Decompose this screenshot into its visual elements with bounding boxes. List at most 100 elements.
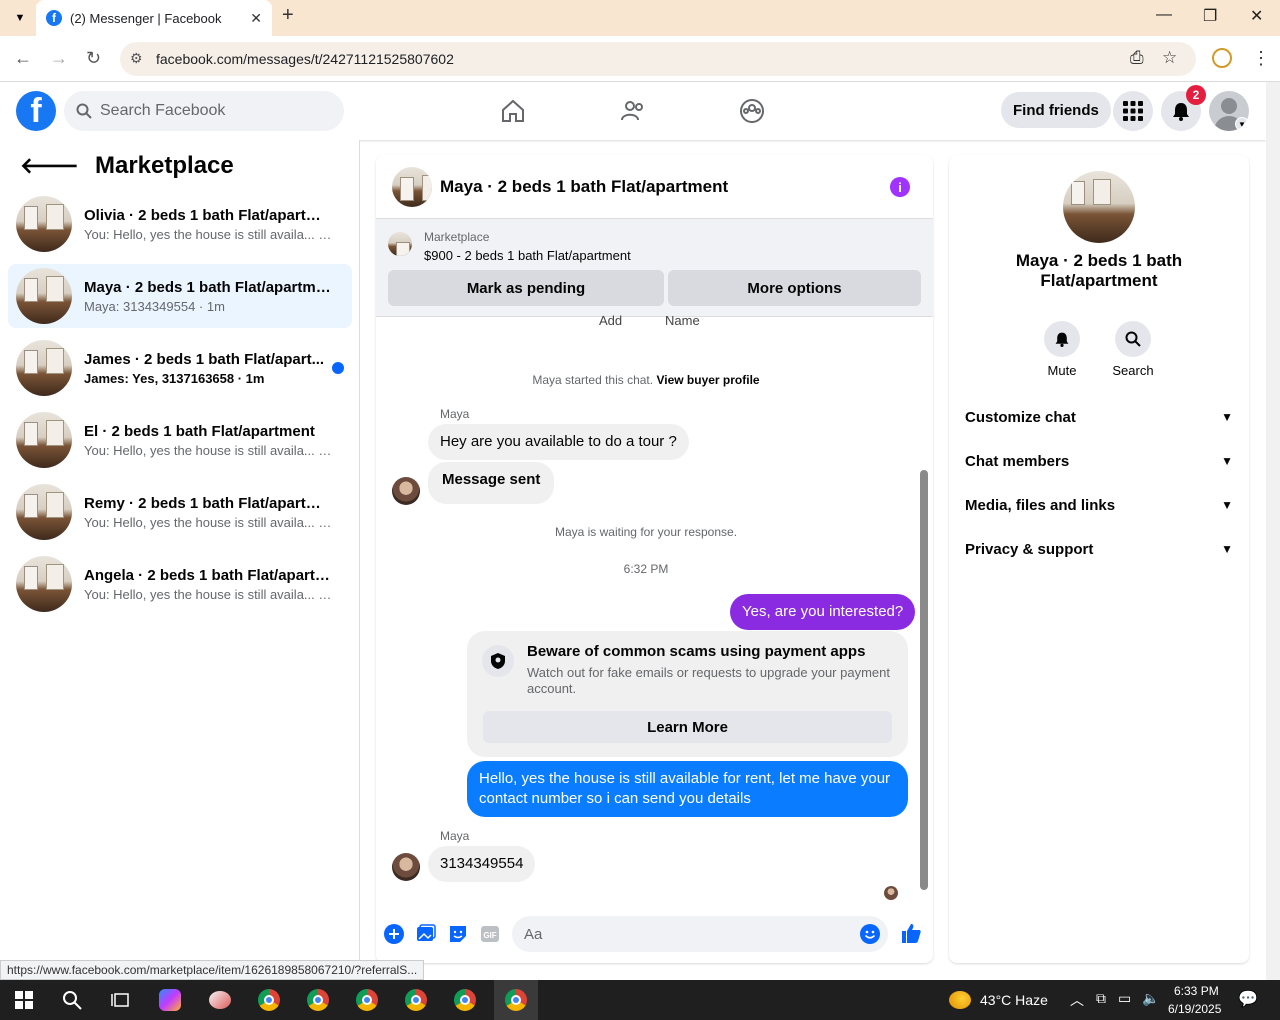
conversation-preview: You: Hello, yes the house is still avail… (84, 226, 334, 242)
new-tab-plus-icon[interactable]: + (282, 4, 294, 27)
link-status-url: https://www.facebook.com/marketplace/ite… (0, 960, 425, 980)
browser-tab[interactable]: f (2) Messenger | Facebook ✕ (36, 0, 272, 36)
conversation-item-remy[interactable]: Remy · 2 beds 1 bath Flat/apartment You: … (8, 480, 352, 544)
more-options-button[interactable]: More options (668, 270, 921, 306)
chrome-icon[interactable] (302, 984, 334, 1016)
message-input[interactable]: Aa (512, 916, 888, 952)
taskbar-search-icon[interactable] (56, 984, 88, 1016)
shield-icon (482, 645, 514, 677)
conversation-item-el[interactable]: El · 2 beds 1 bath Flat/apartment You: He… (8, 408, 352, 472)
svg-text:GIF: GIF (483, 931, 496, 940)
message-bubble-incoming[interactable]: 3134349554 (428, 846, 536, 882)
copilot-icon[interactable] (154, 984, 186, 1016)
tab-search-chevron-icon[interactable]: ▼ (8, 6, 32, 30)
network-icon[interactable]: ⧉ (1096, 990, 1106, 1007)
warning-body: Watch out for fake emails or requests to… (527, 665, 890, 696)
sender-avatar[interactable] (392, 477, 420, 505)
windows-start-icon[interactable] (8, 984, 40, 1016)
listing-thumbnail (16, 484, 72, 540)
seen-avatar (884, 886, 898, 900)
customize-chat-section[interactable]: Customize chat ▼ (965, 395, 1233, 439)
profile-avatar[interactable]: ▼ (1209, 91, 1249, 131)
wifi-icon[interactable]: ▭ (1118, 990, 1131, 1007)
back-arrow-icon[interactable]: ← (14, 48, 32, 69)
listing-thumbnail (16, 340, 72, 396)
message-sent-card[interactable]: Message sent (428, 462, 555, 504)
conversation-name: Olivia · 2 beds 1 bath Flat/apartment (84, 206, 334, 224)
page-scrollbar[interactable] (1266, 82, 1280, 980)
chrome-icon[interactable] (253, 984, 285, 1016)
window-close-icon[interactable]: ✕ (1250, 6, 1263, 26)
weather-text[interactable]: 43°C Haze (980, 992, 1048, 1008)
clock-time[interactable]: 6:33 PM (1174, 984, 1219, 998)
unread-dot (332, 362, 344, 374)
notifications-center-icon[interactable]: 💬 (1238, 989, 1258, 1009)
chrome-icon-active[interactable] (494, 980, 538, 1020)
reload-icon[interactable]: ↻ (86, 48, 101, 69)
install-app-icon[interactable]: ⎙ (1130, 48, 1144, 68)
volume-icon[interactable]: 🔈 (1142, 990, 1159, 1007)
chat-title: Maya · 2 beds 1 bath Flat/apartment (440, 176, 729, 196)
conversation-item-olivia[interactable]: Olivia · 2 beds 1 bath Flat/apartment You… (8, 192, 352, 256)
conversation-item-maya[interactable]: Maya · 2 beds 1 bath Flat/apartment Maya:… (8, 264, 352, 328)
chat-members-section[interactable]: Chat members ▼ (965, 439, 1233, 483)
search-input[interactable]: Search Facebook (64, 91, 344, 131)
privacy-support-section[interactable]: Privacy & support ▼ (965, 527, 1233, 571)
view-buyer-profile-link[interactable]: View buyer profile (656, 373, 759, 387)
conversation-name: James · 2 beds 1 bath Flat/apart... (84, 350, 325, 368)
minimize-icon[interactable]: — (1156, 6, 1172, 24)
mute-button[interactable]: Mute (1032, 321, 1092, 378)
home-icon[interactable] (500, 98, 526, 124)
friends-icon[interactable] (620, 98, 646, 124)
clock-date[interactable]: 6/19/2025 (1168, 1002, 1221, 1016)
message-bubble-incoming[interactable]: Hey are you available to do a tour ? (428, 424, 689, 460)
search-label: Search (1112, 363, 1154, 378)
back-arrow-icon[interactable]: 🡐 (20, 153, 79, 179)
info-icon[interactable]: i (890, 177, 910, 197)
mark-as-pending-button[interactable]: Mark as pending (388, 270, 664, 306)
site-settings-icon[interactable]: ⚙ (130, 50, 143, 67)
gif-icon[interactable]: GIF (480, 924, 500, 944)
notification-badge: 2 (1186, 85, 1206, 105)
conversation-name: Maya · 2 beds 1 bath Flat/apartment (84, 278, 334, 296)
sender-name: Maya (440, 829, 470, 843)
paint-app-icon[interactable] (204, 984, 236, 1016)
photo-icon[interactable] (416, 924, 436, 944)
panel-chat-name: Maya · 2 beds 1 bath Flat/apartment (1015, 251, 1183, 290)
find-friends-button[interactable]: Find friends (1001, 92, 1111, 128)
chat-scrollbar[interactable] (918, 320, 930, 900)
restore-icon[interactable]: ❐ (1203, 6, 1217, 26)
plus-icon[interactable] (384, 924, 404, 944)
conversation-item-angela[interactable]: Angela · 2 beds 1 bath Flat/apartm... You… (8, 552, 352, 616)
message-bubble-outgoing[interactable]: Yes, are you interested? (730, 594, 916, 630)
chat-header[interactable]: Maya · 2 beds 1 bath Flat/apartment i (376, 155, 933, 219)
chevron-down-icon: ▼ (1235, 117, 1249, 131)
menu-grid-icon[interactable] (1113, 91, 1153, 131)
facebook-logo-icon[interactable]: f (16, 91, 56, 131)
listing-price[interactable]: $900 - 2 beds 1 bath Flat/apartment (424, 248, 631, 263)
chrome-icon[interactable] (351, 984, 383, 1016)
bookmark-star-icon[interactable]: ☆ (1162, 48, 1177, 68)
conversation-preview: You: Hello, yes the house is still avail… (84, 514, 334, 530)
sticker-icon[interactable] (448, 924, 468, 944)
sender-avatar[interactable] (392, 853, 420, 881)
url-bar[interactable]: ⚙ facebook.com/messages/t/24271121525807… (120, 42, 1196, 76)
message-bubble-outgoing[interactable]: Hello, yes the house is still available … (467, 761, 908, 817)
chrome-icon[interactable] (400, 984, 432, 1016)
conversation-item-james[interactable]: James · 2 beds 1 bath Flat/apart... James… (8, 336, 352, 400)
task-view-icon[interactable] (104, 984, 136, 1016)
browser-profile-icon[interactable] (1212, 48, 1232, 68)
emoji-icon[interactable] (860, 924, 880, 944)
learn-more-button[interactable]: Learn More (483, 711, 892, 743)
search-chat-button[interactable]: Search (1103, 321, 1163, 378)
sidebar-title: Marketplace (95, 152, 234, 179)
show-hidden-icons-chevron-icon[interactable]: ︿ (1070, 990, 1084, 1010)
groups-icon[interactable] (739, 98, 765, 124)
listing-thumbnail (16, 268, 72, 324)
forward-arrow-icon[interactable]: → (50, 48, 68, 69)
chrome-icon[interactable] (449, 984, 481, 1016)
browser-menu-icon[interactable]: ⋮ (1252, 48, 1270, 69)
media-files-links-section[interactable]: Media, files and links ▼ (965, 483, 1233, 527)
tab-close-icon[interactable]: ✕ (250, 10, 262, 27)
thumbs-up-icon[interactable] (900, 922, 922, 944)
